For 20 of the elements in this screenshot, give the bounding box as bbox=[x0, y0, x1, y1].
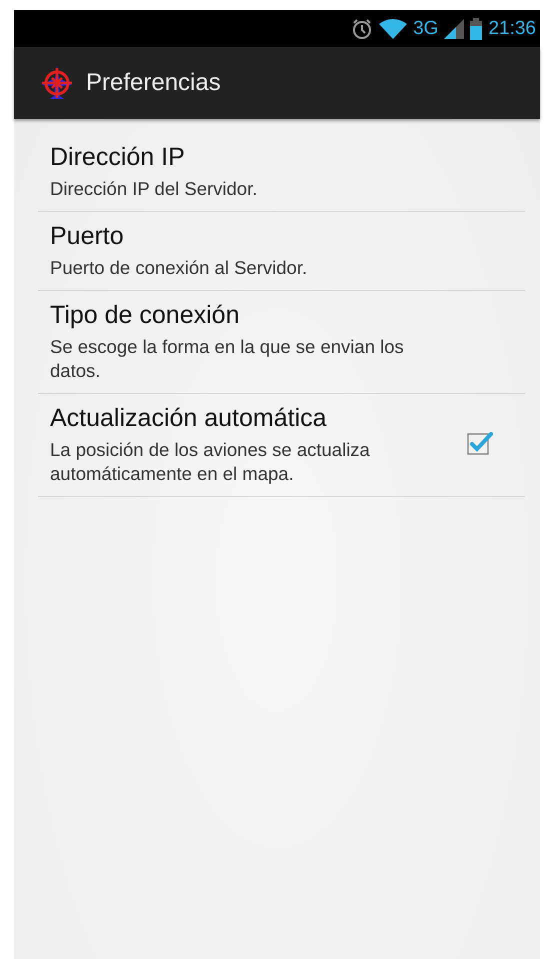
preference-summary: La posición de los aviones se actualiza automáticamente en el mapa. bbox=[50, 438, 371, 486]
checkbox[interactable] bbox=[467, 431, 493, 455]
preference-row[interactable]: Actualización automática La posición de los aviones se actualiza automáticamente en el mapa. bbox=[38, 394, 525, 497]
preference-summary: Puerto de conexión al Servidor. bbox=[50, 256, 308, 280]
network-type: 3G bbox=[413, 18, 438, 40]
clock: 21:36 bbox=[488, 18, 536, 40]
preference-title: Dirección IP bbox=[50, 142, 186, 173]
preference-title: Tipo de conexión bbox=[50, 300, 240, 331]
alarm-icon bbox=[351, 18, 374, 40]
preference-title: Puerto bbox=[50, 221, 125, 252]
battery-icon bbox=[470, 18, 482, 40]
preference-row[interactable]: Puerto Puerto de conexión al Servidor. bbox=[38, 212, 525, 291]
screen-title: Preferencias bbox=[86, 69, 221, 97]
preference-title: Actualización automática bbox=[50, 403, 328, 434]
preference-row[interactable]: Tipo de conexión Se escoge la forma en la que se envian los datos. bbox=[38, 291, 525, 394]
preference-summary: Se escoge la forma en la que se envian los datos. bbox=[50, 335, 405, 383]
preference-summary: Dirección IP del Servidor. bbox=[50, 177, 258, 201]
signal-icon bbox=[444, 18, 464, 38]
wifi-icon bbox=[379, 18, 408, 40]
preference-row[interactable]: Dirección IP Dirección IP del Servidor. bbox=[38, 133, 525, 212]
